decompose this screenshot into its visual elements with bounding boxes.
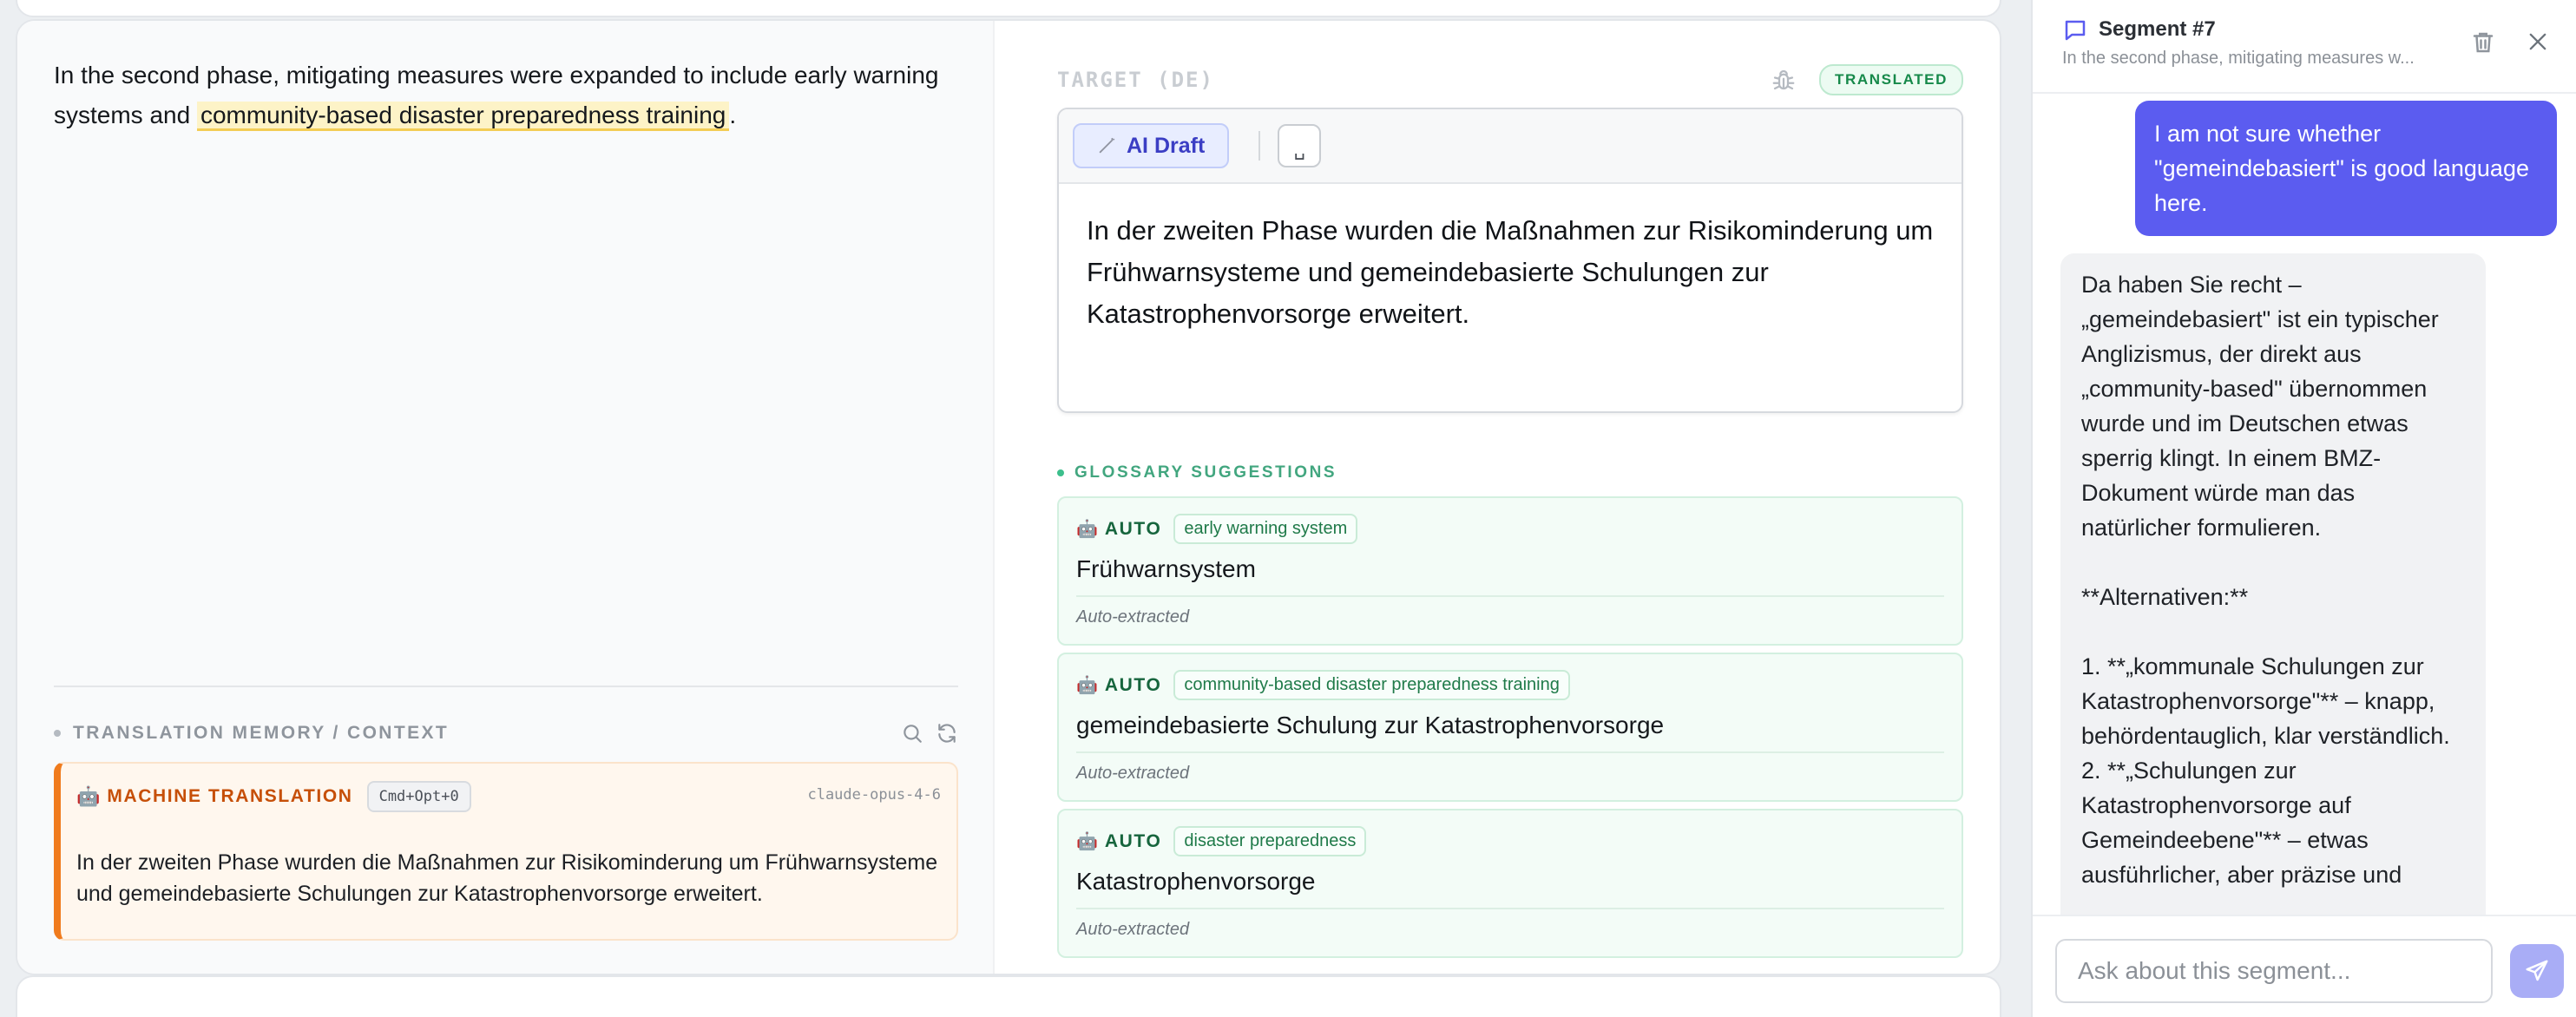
glossary-header: GLOSSARY SUGGESTIONS bbox=[1057, 463, 1337, 482]
mt-shortcut: Cmd+Opt+0 bbox=[366, 781, 471, 812]
robot-icon: 🤖 bbox=[1076, 676, 1098, 695]
editor-toolbar: AI Draft ␣ bbox=[1059, 109, 1962, 184]
glossary-type: AUTO bbox=[1104, 518, 1162, 539]
glossary-term: disaster preparedness bbox=[1173, 826, 1367, 856]
panel-footer bbox=[2033, 915, 2576, 1017]
tm-header: TRANSLATION MEMORY / CONTEXT bbox=[54, 720, 958, 746]
glossary-item-header: 🤖 AUTO community-based disaster prepared… bbox=[1076, 670, 1570, 700]
glossary-item[interactable]: 🤖 AUTO community-based disaster prepared… bbox=[1057, 653, 1963, 802]
target-editor[interactable]: AI Draft ␣ In der zweiten Phase wurden d… bbox=[1057, 108, 1963, 413]
glossary-item[interactable]: 🤖 AUTO disaster preparedness Katastrophe… bbox=[1057, 809, 1963, 958]
glossary-item-header: 🤖 AUTO disaster preparedness bbox=[1076, 826, 1367, 856]
glossary-title: GLOSSARY SUGGESTIONS bbox=[1074, 463, 1337, 482]
glossary-term: community-based disaster preparedness tr… bbox=[1173, 670, 1570, 700]
source-text: In the second phase, mitigating measures… bbox=[54, 56, 948, 135]
toolbar-separator bbox=[1258, 131, 1261, 161]
glossary-note: Auto-extracted bbox=[1076, 920, 1190, 939]
ai-draft-button[interactable]: AI Draft bbox=[1073, 123, 1230, 168]
mt-label: MACHINE TRANSLATION bbox=[107, 786, 353, 806]
divider bbox=[1076, 908, 1944, 909]
mt-text: In der zweiten Phase wurden die Maßnahme… bbox=[76, 850, 938, 906]
target-column: TARGET (DE) TRANSLATED AI Draft ␣ In der… bbox=[995, 21, 2000, 974]
target-text[interactable]: In der zweiten Phase wurden die Maßnahme… bbox=[1059, 184, 1962, 361]
target-header: TARGET (DE) TRANSLATED bbox=[1057, 64, 1963, 95]
robot-icon: 🤖 bbox=[1076, 832, 1098, 851]
glossary-item-header: 🤖 AUTO early warning system bbox=[1076, 514, 1358, 544]
glossary-term: early warning system bbox=[1173, 514, 1358, 544]
tm-title: TRANSLATION MEMORY / CONTEXT bbox=[73, 723, 450, 743]
source-highlight-term[interactable]: community-based disaster preparedness tr… bbox=[196, 102, 730, 131]
machine-translation-card[interactable]: 🤖 MACHINE TRANSLATION Cmd+Opt+0 claude-o… bbox=[54, 762, 958, 941]
bug-icon[interactable] bbox=[1771, 67, 1797, 93]
divider bbox=[54, 686, 958, 687]
panel-subtitle: In the second phase, mitigating measures… bbox=[2062, 49, 2415, 68]
insert-space-button[interactable]: ␣ bbox=[1278, 124, 1322, 167]
app-root: In the second phase, mitigating measures… bbox=[0, 0, 2576, 1017]
previous-segment-card[interactable] bbox=[16, 0, 2001, 17]
user-message: I am not sure whether "gemeindebasiert" … bbox=[2135, 101, 2557, 236]
glossary-note: Auto-extracted bbox=[1076, 607, 1190, 627]
panel-header: Segment #7 In the second phase, mitigati… bbox=[2033, 0, 2576, 94]
glossary-translation: Katastrophenvorsorge bbox=[1076, 868, 1316, 895]
send-button[interactable] bbox=[2510, 944, 2564, 998]
segment-chat-panel: Segment #7 In the second phase, mitigati… bbox=[2031, 0, 2576, 1017]
wand-icon bbox=[1099, 137, 1115, 154]
source-text-after: . bbox=[729, 102, 737, 128]
message-list[interactable]: I am not sure whether "gemeindebasiert" … bbox=[2033, 94, 2576, 915]
assistant-message: Da haben Sie recht – „gemeindebasiert" i… bbox=[2060, 253, 2486, 915]
tm-dot bbox=[54, 730, 61, 737]
glossary-dot bbox=[1057, 469, 1064, 476]
glossary-note: Auto-extracted bbox=[1076, 764, 1190, 783]
panel-title: Segment #7 bbox=[2099, 17, 2216, 41]
ai-draft-label: AI Draft bbox=[1127, 133, 1206, 158]
source-column: In the second phase, mitigating measures… bbox=[17, 21, 995, 974]
segment-card: In the second phase, mitigating measures… bbox=[16, 19, 2001, 975]
glossary-type: AUTO bbox=[1104, 830, 1162, 851]
mt-header: 🤖 MACHINE TRANSLATION Cmd+Opt+0 bbox=[76, 781, 471, 812]
send-icon bbox=[2526, 960, 2548, 981]
chat-input[interactable] bbox=[2055, 939, 2493, 1003]
robot-icon: 🤖 bbox=[76, 785, 101, 807]
glossary-translation: Frühwarnsystem bbox=[1076, 555, 1256, 582]
refresh-icon[interactable] bbox=[936, 722, 958, 745]
tm-actions bbox=[901, 722, 958, 745]
status-badge: TRANSLATED bbox=[1819, 64, 1963, 95]
glossary-translation: gemeindebasierte Schulung zur Katastroph… bbox=[1076, 712, 1665, 738]
target-label: TARGET (DE) bbox=[1057, 68, 1214, 92]
trash-icon[interactable] bbox=[2470, 30, 2496, 56]
chat-icon bbox=[2065, 20, 2086, 41]
divider bbox=[1076, 595, 1944, 597]
divider bbox=[1076, 751, 1944, 753]
search-icon[interactable] bbox=[901, 722, 923, 745]
glossary-item[interactable]: 🤖 AUTO early warning system Frühwarnsyst… bbox=[1057, 496, 1963, 646]
mt-model: claude-opus-4-6 bbox=[807, 786, 941, 804]
robot-icon: 🤖 bbox=[1076, 520, 1098, 539]
close-icon[interactable] bbox=[2526, 30, 2550, 54]
glossary-type: AUTO bbox=[1104, 674, 1162, 695]
next-segment-card[interactable] bbox=[16, 975, 2001, 1017]
